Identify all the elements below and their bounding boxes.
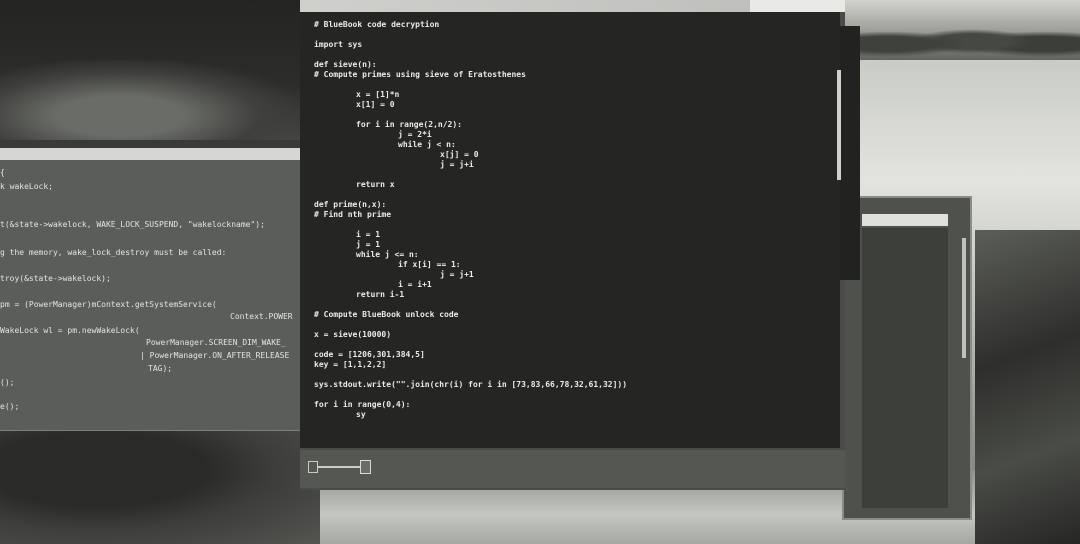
background-trees	[840, 14, 1080, 64]
left-code-line: | PowerManager.ON_AFTER_RELEASE	[140, 351, 290, 360]
code-line: # BlueBook code decryption	[314, 20, 440, 29]
left-code-line: g the memory, wake_lock_destroy must be …	[0, 248, 227, 257]
right-window-scrollbar[interactable]	[962, 238, 966, 358]
titlebar-button-area[interactable]	[750, 0, 845, 12]
editor-titlebar[interactable]	[300, 0, 845, 12]
left-code-line: {	[0, 168, 5, 177]
code-line: code = [1206,301,384,5]	[314, 350, 425, 359]
left-code-line: WakeLock wl = pm.newWakeLock(	[0, 326, 140, 335]
code-line: i = 1	[356, 230, 381, 239]
code-line: x[j] = 0	[440, 150, 479, 159]
code-line: j = 1	[356, 240, 381, 249]
code-editor-window[interactable]: # BlueBook code decryption import sys de…	[300, 0, 860, 490]
code-line: sy	[356, 410, 366, 419]
code-line: for i in range(2,n/2):	[356, 120, 462, 129]
left-code-line: troy(&state->wakelock);	[0, 274, 111, 283]
left-code-line: pm = (PowerManager)mContext.getSystemSer…	[0, 300, 217, 309]
editor-side-gutter	[840, 26, 860, 280]
left-window-titlebar[interactable]	[0, 148, 308, 160]
code-line: j = j+1	[440, 270, 474, 279]
code-line: x = sieve(10000)	[314, 330, 392, 339]
left-code-line: TAG);	[148, 364, 173, 373]
left-code-line: k wakeLock;	[0, 182, 53, 191]
code-line: x = [1]*n	[356, 90, 400, 99]
code-view[interactable]: # BlueBook code decryption import sys de…	[300, 12, 840, 448]
code-line: return x	[356, 180, 395, 189]
code-line: return i-1	[356, 290, 405, 299]
code-line: sys.stdout.write("".join(chr(i) for i in…	[314, 380, 628, 389]
right-window-content	[862, 228, 948, 508]
zoom-slider-track[interactable]	[312, 466, 367, 468]
left-code-line: Context.POWER	[230, 312, 293, 321]
left-code-line: PowerManager.SCREEN_DIM_WAKE_	[146, 338, 286, 347]
code-line: j = 2*i	[398, 130, 432, 139]
code-line: j = j+i	[440, 160, 474, 169]
code-line: while j < n:	[398, 140, 456, 149]
code-line: # Compute primes using sieve of Eratosth…	[314, 70, 526, 79]
code-line: i = i+1	[398, 280, 432, 289]
right-window-titlebar[interactable]	[862, 214, 948, 226]
background-rocks-right	[975, 230, 1080, 544]
editor-statusbar	[300, 450, 845, 488]
zoom-slider-thumb[interactable]	[360, 460, 371, 474]
code-line: key = [1,1,2,2]	[314, 360, 387, 369]
left-code-line: t(&state->wakelock, WAKE_LOCK_SUSPEND, "…	[0, 220, 265, 229]
code-line: # Compute BlueBook unlock code	[314, 310, 459, 319]
code-line: # Find nth prime	[314, 210, 392, 219]
left-code-view[interactable]: { k wakeLock; t(&state->wakelock, WAKE_L…	[0, 168, 308, 428]
code-line: import sys	[314, 40, 363, 49]
left-code-line: ();	[0, 378, 15, 387]
editor-scrollbar[interactable]	[837, 70, 841, 180]
background-mist-left	[0, 60, 300, 140]
code-line: def sieve(n):	[314, 60, 377, 69]
right-background-window[interactable]	[842, 196, 972, 520]
background-rocks-left	[0, 420, 320, 544]
code-line: def prime(n,x):	[314, 200, 387, 209]
left-code-window[interactable]: { k wakeLock; t(&state->wakelock, WAKE_L…	[0, 148, 308, 431]
code-line: if x[i] == 1:	[398, 260, 461, 269]
code-line: x[1] = 0	[356, 100, 395, 109]
left-code-line: e();	[0, 402, 20, 411]
code-line: for i in range(0,4):	[314, 400, 411, 409]
code-line: while j <= n:	[356, 250, 419, 259]
zoom-slider-start[interactable]	[308, 461, 318, 473]
